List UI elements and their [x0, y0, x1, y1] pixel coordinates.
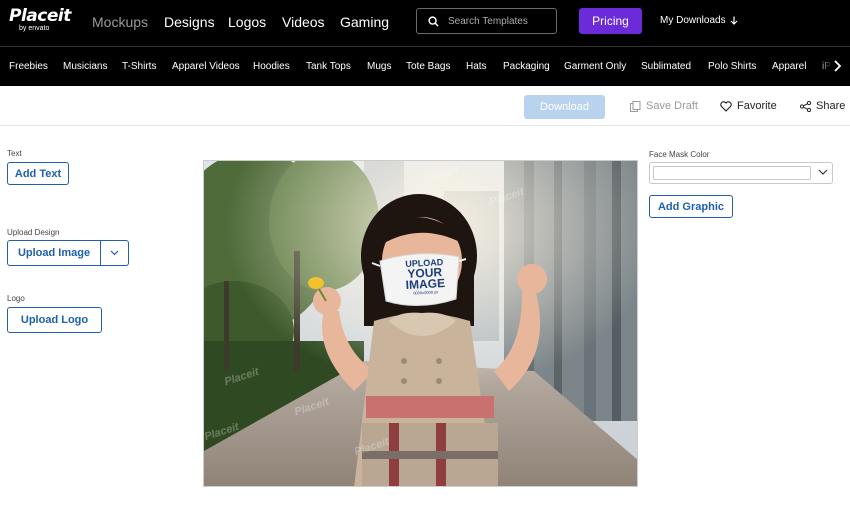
add-graphic-button[interactable]: Add Graphic: [649, 195, 733, 218]
heart-icon: [720, 100, 732, 112]
pricing-button[interactable]: Pricing: [579, 8, 642, 34]
top-navigation: Placeit by envato Mockups Designs Logos …: [0, 0, 850, 46]
category-bar: Freebies Musicians T-Shirts Apparel Vide…: [0, 46, 850, 86]
copy-icon: [630, 100, 641, 112]
category-freebies[interactable]: Freebies: [9, 61, 48, 72]
chevron-down-icon: [110, 250, 119, 256]
color-swatch: [653, 166, 811, 180]
category-apparel-videos[interactable]: Apparel Videos: [172, 61, 240, 72]
placeit-logo[interactable]: Placeit by envato: [9, 7, 71, 33]
nav-logos[interactable]: Logos: [228, 13, 266, 31]
upload-design-label: Upload Design: [7, 228, 60, 237]
download-button[interactable]: Download: [524, 95, 605, 119]
nav-mockups[interactable]: Mockups: [92, 13, 148, 31]
action-bar: Download Save Draft Favorite Share: [0, 86, 850, 126]
mockup-preview-image[interactable]: Placeit Placeit Placeit Placeit Placeit …: [203, 160, 638, 487]
category-tote-bags[interactable]: Tote Bags: [406, 61, 450, 72]
girl-wearing-mask-photo: [204, 161, 637, 486]
category-hoodies[interactable]: Hoodies: [253, 61, 290, 72]
search-box[interactable]: [416, 8, 557, 34]
category-t-shirts[interactable]: T-Shirts: [122, 61, 156, 72]
mask-placeholder-text: UPLOAD YOUR IMAGE 0000x0000 px: [404, 257, 446, 296]
category-tank-tops[interactable]: Tank Tops: [306, 61, 351, 72]
upload-logo-button[interactable]: Upload Logo: [7, 307, 102, 333]
upload-image-group: Upload Image: [7, 240, 129, 266]
face-mask-color-select[interactable]: [649, 162, 833, 184]
search-icon: [428, 15, 439, 27]
save-draft-label: Save Draft: [646, 100, 698, 112]
my-downloads-label: My Downloads: [660, 15, 726, 26]
favorite-button[interactable]: Favorite: [720, 100, 777, 112]
logo-byline: by envato: [19, 25, 50, 32]
share-icon: [800, 100, 811, 112]
logo-label: Logo: [7, 294, 25, 303]
logo-wordmark: Placeit: [9, 6, 71, 26]
share-label: Share: [816, 100, 846, 112]
category-polo-shirts[interactable]: Polo Shirts: [708, 61, 756, 72]
category-mugs[interactable]: Mugs: [367, 61, 391, 72]
category-apparel[interactable]: Apparel: [772, 61, 806, 72]
save-draft-button[interactable]: Save Draft: [630, 100, 698, 112]
arrow-down-icon: [730, 16, 738, 25]
upload-options-toggle[interactable]: [101, 241, 128, 265]
nav-videos[interactable]: Videos: [282, 13, 325, 31]
nav-gaming[interactable]: Gaming: [340, 13, 389, 31]
text-label: Text: [7, 149, 22, 158]
face-mask-color-label: Face Mask Color: [649, 150, 710, 159]
search-input[interactable]: [448, 15, 548, 27]
favorite-label: Favorite: [737, 100, 777, 112]
category-garment-only[interactable]: Garment Only: [564, 61, 626, 72]
category-musicians[interactable]: Musicians: [63, 61, 107, 72]
add-text-button[interactable]: Add Text: [7, 162, 69, 185]
nav-designs[interactable]: Designs: [164, 13, 215, 31]
category-packaging[interactable]: Packaging: [503, 61, 550, 72]
my-downloads-link[interactable]: My Downloads: [660, 15, 738, 26]
category-sublimated[interactable]: Sublimated: [641, 61, 691, 72]
chevron-right-icon[interactable]: [833, 60, 842, 72]
share-button[interactable]: Share: [800, 100, 845, 112]
chevron-down-icon: [818, 169, 828, 175]
category-hats[interactable]: Hats: [466, 61, 487, 72]
upload-image-button[interactable]: Upload Image: [8, 241, 101, 265]
